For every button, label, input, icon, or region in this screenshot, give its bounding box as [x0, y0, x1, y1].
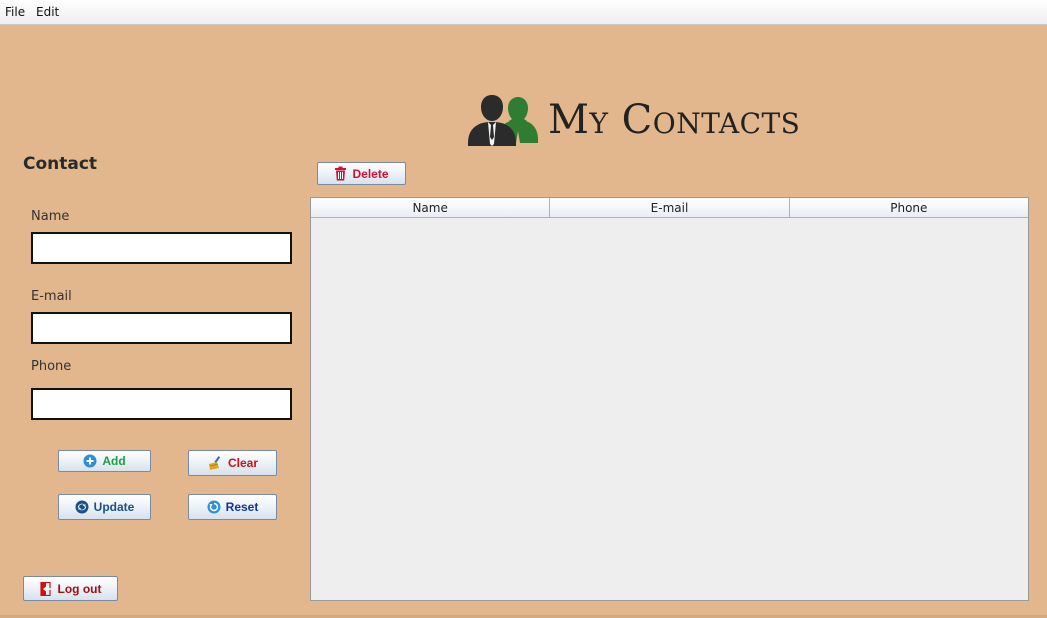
table-header: Name E-mail Phone	[311, 198, 1028, 218]
menu-edit[interactable]: Edit	[36, 5, 59, 19]
broom-icon	[208, 456, 221, 470]
delete-button[interactable]: Delete	[317, 162, 406, 185]
clear-label: Clear	[227, 456, 259, 470]
logout-label: Log out	[57, 581, 102, 596]
add-label: Add	[102, 454, 126, 468]
name-label: Name	[31, 209, 70, 224]
column-header-name[interactable]: Name	[311, 198, 551, 218]
delete-label: Delete	[352, 166, 389, 181]
update-button[interactable]: Update	[58, 494, 151, 520]
logout-button[interactable]: Log out	[23, 576, 118, 601]
menu-file[interactable]: File	[5, 5, 25, 19]
email-input[interactable]	[31, 312, 292, 344]
table-body[interactable]	[311, 218, 1028, 600]
exit-icon	[39, 581, 51, 596]
app-title: My Contacts	[548, 97, 801, 143]
plus-circle-icon	[83, 454, 97, 468]
refresh-icon	[75, 500, 89, 514]
people-icon	[468, 95, 538, 146]
clear-button[interactable]: Clear	[188, 450, 277, 476]
menu-bar: File Edit	[0, 0, 1047, 25]
update-label: Update	[93, 500, 135, 514]
column-header-phone[interactable]: Phone	[789, 198, 1028, 218]
contacts-table[interactable]: Name E-mail Phone	[310, 197, 1029, 601]
trash-icon	[335, 166, 347, 181]
name-input[interactable]	[31, 232, 292, 264]
reset-button[interactable]: Reset	[188, 494, 277, 520]
add-button[interactable]: Add	[58, 450, 151, 472]
phone-input[interactable]	[31, 388, 292, 420]
reset-icon	[207, 500, 221, 514]
phone-label: Phone	[31, 359, 72, 374]
email-label: E-mail	[31, 289, 72, 304]
contact-heading: Contact	[23, 154, 98, 174]
reset-label: Reset	[225, 500, 259, 514]
column-header-email[interactable]: E-mail	[550, 198, 790, 218]
